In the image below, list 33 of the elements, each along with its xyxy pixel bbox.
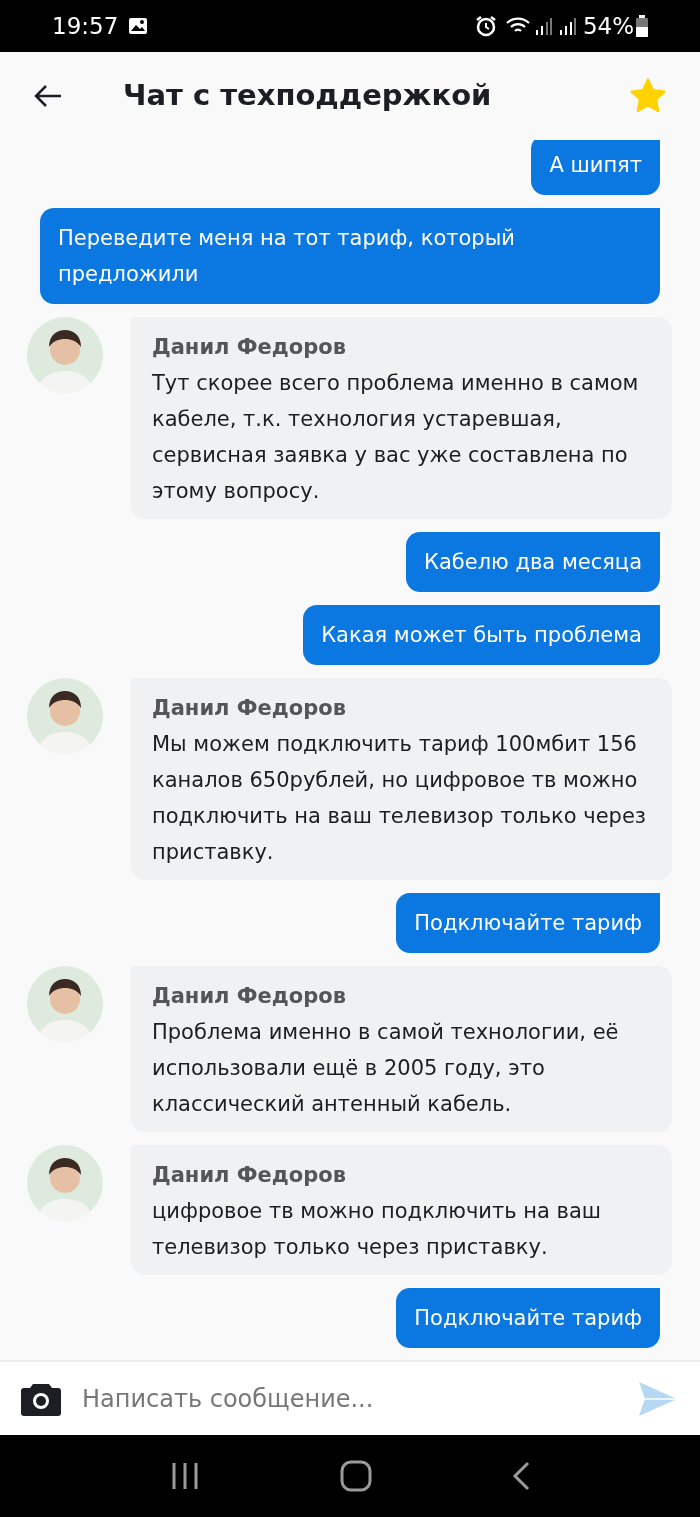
back-nav-button[interactable] <box>512 1461 530 1491</box>
outgoing-message: Подключайте тариф <box>396 893 660 953</box>
outgoing-message: Подключайте тариф <box>396 1288 660 1348</box>
recent-apps-icon <box>170 1462 200 1490</box>
message-text: Тут скорее всего проблема именно в самом кабеле, т.к. технология устаревшая, сервисная заявка у вас уже составлена по этому вопросу. <box>152 370 640 505</box>
back-arrow-icon <box>33 84 63 108</box>
sender-name: Данил Федоров <box>152 695 347 722</box>
signal-icon <box>534 16 553 36</box>
signal-icon <box>558 16 577 36</box>
message-text: цифровое тв можно подключить на ваш телевизор только через приставку. <box>152 1198 602 1261</box>
message-text: Мы можем подключить тариф 100мбит 156 каналов 650рублей, но цифровое тв можно подключить на ваш телевизор только через приставку. <box>152 731 647 866</box>
outgoing-message: А шипят <box>531 140 660 195</box>
battery-icon <box>636 15 648 37</box>
recent-apps-button[interactable] <box>170 1462 200 1490</box>
status-time: 19:57 <box>52 11 119 41</box>
home-button[interactable] <box>340 1460 372 1492</box>
star-icon <box>629 78 667 114</box>
alarm-icon <box>474 15 497 37</box>
battery-percent: 54% <box>582 11 634 41</box>
outgoing-message: Кабелю два месяца <box>406 532 660 592</box>
back-chevron-icon <box>512 1461 530 1491</box>
outgoing-message: Какая может быть проблема <box>303 605 660 665</box>
message-text: Проблема именно в самой технологии, её использовали ещё в 2005 году, это классический антенный кабель. <box>152 1019 620 1118</box>
send-icon <box>638 1380 678 1417</box>
chat-title: Чат с техподдержкой <box>123 77 492 115</box>
sender-name: Данил Федоров <box>152 983 347 1010</box>
sender-name: Данил Федоров <box>152 334 347 361</box>
image-icon <box>128 17 149 35</box>
message-input[interactable]: Написать сообщение... <box>82 1373 636 1424</box>
outgoing-message: Переведите меня на тот тариф, который предложили <box>40 208 660 304</box>
sender-name: Данил Федоров <box>152 1162 347 1189</box>
message-composer[interactable]: Написать сообщение... <box>0 1360 700 1435</box>
home-icon <box>340 1460 372 1492</box>
